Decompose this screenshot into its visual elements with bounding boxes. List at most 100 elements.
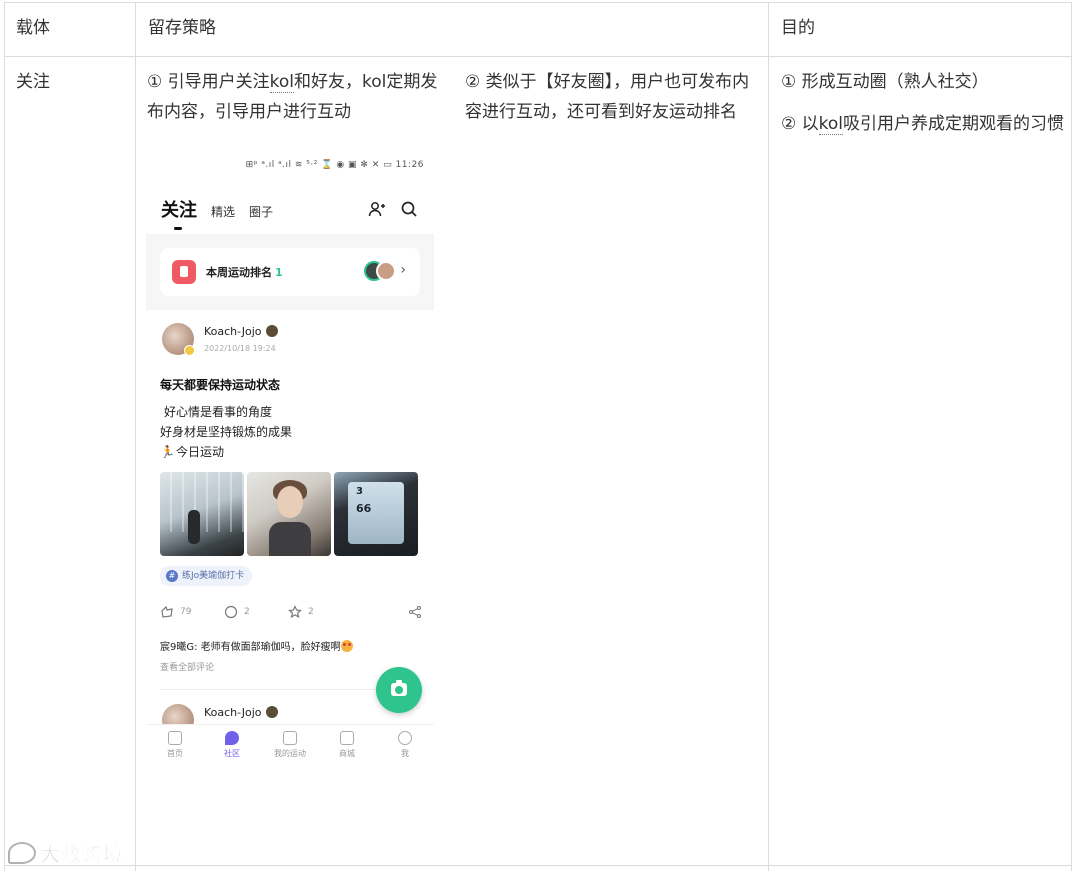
strategy-1-pre: ① 引导用户关注 [147,72,270,92]
add-user-icon[interactable] [368,200,386,218]
comment-author[interactable]: 宸9曦G: [160,642,197,653]
level-badge-icon [265,325,278,337]
nav-label: 社区 [224,749,240,758]
strategy-1-kol: kol [269,72,295,93]
photo-number: 66 [356,502,372,515]
purpose-2-pre: ② 以 [781,114,819,134]
camera-post-button[interactable] [376,667,422,713]
view-all-comments-link[interactable]: 查看全部评论 [160,660,214,673]
rank-value: 1 [275,266,283,279]
comment-text: 老师有做面部瑜伽吗，脸好瘦啊 [197,642,341,653]
like-count: 79 [180,607,192,617]
post-photos: 3 66 [160,472,418,556]
share-icon [409,606,421,618]
heart-eyes-emoji-icon [340,640,353,652]
table-border-right [1071,2,1072,871]
running-person-icon: 🏃 [160,445,175,459]
table-border-top [4,2,1072,3]
photo-window-pattern [160,472,244,532]
clap-icon [161,605,173,618]
header-purpose: 目的 [781,18,815,38]
post-actions: 79 2 2 [160,605,422,625]
table-border-left [4,2,5,871]
header-carrier: 载体 [16,18,50,38]
post-body: 好心情是看事的角度 好身材是坚持锻炼的成果 🏃今日运动 [160,402,292,462]
like-button[interactable]: 79 [160,605,191,619]
watermark-logo-icon [8,842,36,864]
purpose-text-1: ① 形成互动圈（熟人社交） [781,72,989,92]
avatar[interactable] [162,323,195,356]
top-actions [368,200,418,218]
profile-icon [398,731,412,745]
post-photo[interactable] [160,472,244,556]
comment-count: 2 [244,607,250,617]
status-bar: ⊞ᵖ ᵃ.ıl ᵃ.ıl ≋ ⁵·² ⌛ ◉ ▣ ✻ ✕ ▭ 11:26 [245,160,424,170]
favorite-button[interactable]: 2 [288,605,314,619]
search-icon[interactable] [400,200,418,218]
post-photo[interactable] [247,472,331,556]
star-icon [288,605,302,619]
nav-my-sport[interactable]: 我的运动 [265,731,315,759]
rank-icon [172,260,196,284]
photo-face [277,486,303,518]
favorite-count: 2 [308,607,314,617]
post-line: 好心情是看事的角度 [164,405,273,419]
post-title: 每天都要保持运动状态 [160,378,281,392]
post-date: 2022/10/18 19:24 [204,344,276,353]
watermark-text: 大数跨境 [40,842,124,867]
photo-number: 3 [356,486,363,497]
rank-label: 本周运动排名 1 [206,264,283,280]
purpose-text-2: ② 以kol吸引用户养成定期观看的习惯 [781,109,1066,139]
share-button[interactable] [408,605,422,619]
table-border-bottom [4,865,1072,866]
comment-button[interactable]: 2 [224,605,250,619]
shopping-bag-icon [340,731,354,745]
tab-follow[interactable]: 关注 [161,196,197,230]
nav-label: 首页 [167,749,183,758]
post-author-name: Koach-Jojo [204,706,262,719]
tab-circles[interactable]: 圈子 [249,203,273,222]
community-icon [225,731,239,745]
level-badge-icon [265,706,278,718]
chevron-right-icon: › [400,262,406,278]
camera-icon [391,680,407,696]
post-line: 🏃今日运动 [160,442,292,462]
photo-body [269,522,311,556]
nav-home[interactable]: 首页 [150,731,200,759]
nav-me[interactable]: 我 [380,731,430,759]
nav-label: 我 [401,749,409,758]
strategy-text-2: ② 类似于【好友圈】，用户也可发布内容进行互动，还可看到好友运动排名 [465,72,750,122]
comment-preview: 宸9曦G: 老师有做面部瑜伽吗，脸好瘦啊 [160,638,353,653]
bottom-nav: 首页 社区 我的运动 商城 我 [146,724,434,770]
post-photo[interactable]: 3 66 [334,472,418,556]
weekly-rank-card[interactable]: 本周运动排名 1 › [160,248,420,296]
avatar [376,261,396,281]
calendar-icon [283,731,297,745]
comment-icon [224,605,238,619]
nav-label: 我的运动 [274,749,306,758]
nav-community[interactable]: 社区 [207,731,257,759]
column-divider-2 [768,2,769,871]
nav-label: 商城 [339,749,355,758]
tab-featured[interactable]: 精选 [211,203,235,222]
photo-figure [188,510,200,544]
post-author[interactable]: Koach-Jojo [204,325,278,338]
post-author[interactable]: Koach-Jojo [204,706,278,719]
column-divider-1 [135,2,136,871]
feed-tabs: 关注 精选 圈子 [161,196,273,230]
weekly-rank-section: 本周运动排名 1 › [146,234,434,310]
home-icon [168,731,182,745]
post-author-name: Koach-Jojo [204,325,262,338]
purpose-2-kol: kol [818,114,844,135]
post-line: 好身材是坚持锻炼的成果 [160,425,293,439]
carrier-cell: 关注 [16,72,50,92]
purpose-2-post: 吸引用户养成定期观看的习惯 [843,114,1065,134]
topic-tag[interactable]: 练Jo美瑜伽打卡 [160,566,253,586]
header-strategy: 留存策略 [148,18,216,38]
strategy-text-1: ① 引导用户关注kol和好友，kol定期发布内容，引导用户进行互动 [147,67,439,127]
nav-mall[interactable]: 商城 [322,731,372,759]
verified-badge-icon [184,345,195,356]
app-screenshot: ⊞ᵖ ᵃ.ıl ᵃ.ıl ≋ ⁵·² ⌛ ◉ ▣ ✻ ✕ ▭ 11:26 关注 … [146,150,434,770]
rank-label-text: 本周运动排名 [206,266,272,279]
header-divider [4,56,1072,57]
